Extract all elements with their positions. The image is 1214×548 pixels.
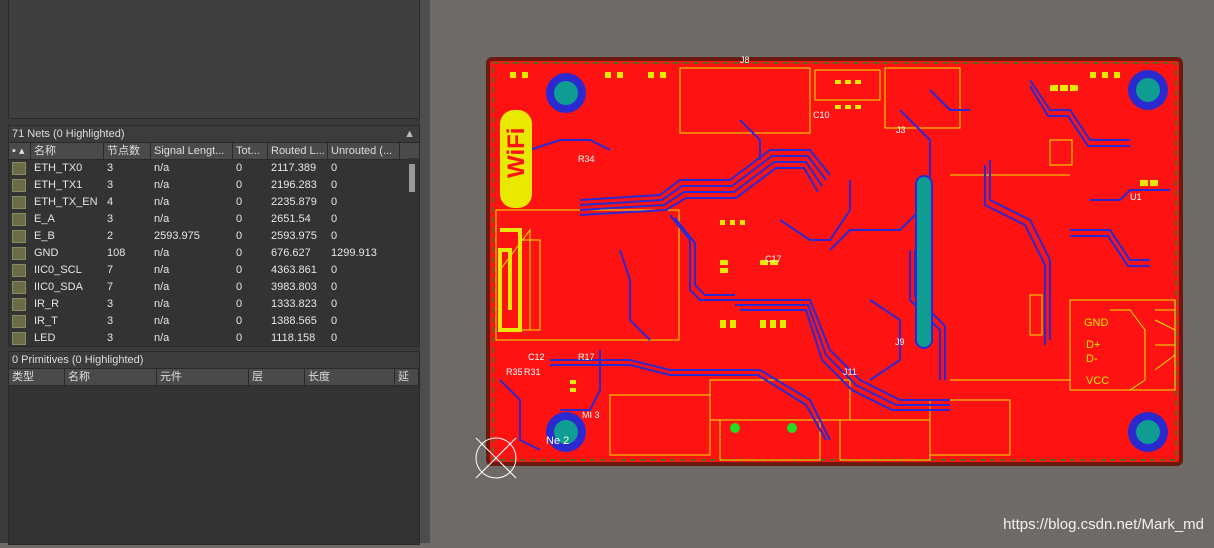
label-c12: C12 <box>528 352 545 362</box>
scrollbar-thumb[interactable] <box>409 164 415 192</box>
board-slot <box>915 175 933 349</box>
net-color-swatch[interactable] <box>9 228 31 245</box>
net-color-swatch[interactable] <box>9 211 31 228</box>
table-row[interactable]: IR_R 3 n/a 0 1333.823 0 <box>9 296 419 313</box>
label-r34: R34 <box>578 154 595 164</box>
label-m13: MI 3 <box>582 410 600 420</box>
col-unrouted[interactable]: Unrouted (... <box>328 143 400 159</box>
primitives-panel: 0 Primitives (0 Highlighted) 类型 名称 元件 层 … <box>8 351 420 545</box>
col-delay[interactable]: 延 <box>395 369 419 385</box>
label-r35: R35 <box>506 367 523 377</box>
label-j8: J8 <box>740 55 750 65</box>
net-color-swatch[interactable] <box>9 194 31 211</box>
table-row[interactable]: IIC0_SCL 7 n/a 0 4363.861 0 <box>9 262 419 279</box>
watermark: https://blog.csdn.net/Mark_md <box>1003 516 1204 533</box>
test-pad-1 <box>730 423 740 433</box>
pcb-canvas[interactable]: WiFi GND D+ D- VCC J3 J8 J9 J11 U1 C10 C… <box>430 0 1214 543</box>
label-r31: R31 <box>524 367 541 377</box>
net-color-swatch[interactable] <box>9 245 31 262</box>
table-row[interactable]: ETH_TX1 3 n/a 0 2196.283 0 <box>9 177 419 194</box>
table-row[interactable]: LED 3 n/a 0 1118.158 0 <box>9 330 419 347</box>
primitives-panel-title: 0 Primitives (0 Highlighted) <box>9 352 419 369</box>
net-color-swatch[interactable] <box>9 279 31 296</box>
label-r17: R17 <box>578 352 595 362</box>
left-panel: 71 Nets (0 Highlighted) ▲ ▪ ▴ 名称 节点数 Sig… <box>0 0 420 545</box>
net-color-swatch[interactable] <box>9 330 31 347</box>
sort-icon[interactable]: ▪ ▴ <box>9 143 31 159</box>
nets-table-header: ▪ ▴ 名称 节点数 Signal Lengt... Tot... Routed… <box>9 143 419 160</box>
table-row[interactable]: ETH_TX_EN 4 n/a 0 2235.879 0 <box>9 194 419 211</box>
wifi-logo-text: WiFi <box>503 128 530 178</box>
table-row[interactable]: E_B 2 2593.975 0 2593.975 0 <box>9 228 419 245</box>
nets-panel-header: 71 Nets (0 Highlighted) ▲ <box>9 126 419 143</box>
wifi-logo: WiFi <box>500 110 532 208</box>
col-nodes[interactable]: 节点数 <box>104 143 151 159</box>
label-c17: C17 <box>765 254 782 264</box>
col-total[interactable]: Tot... <box>233 143 268 159</box>
col-component[interactable]: 元件 <box>157 369 249 385</box>
label-dplus: D+ <box>1086 339 1100 351</box>
net-color-swatch[interactable] <box>9 313 31 330</box>
nets-panel-title: 71 Nets (0 Highlighted) <box>12 128 125 140</box>
table-row[interactable]: ETH_TX0 3 n/a 0 2117.389 0 <box>9 160 419 177</box>
label-no2: Ne 2 <box>546 435 569 447</box>
col-layer[interactable]: 层 <box>249 369 305 385</box>
label-gnd: GND <box>1084 317 1109 329</box>
label-j11: J11 <box>843 367 857 377</box>
label-dminus: D- <box>1086 353 1098 365</box>
nets-panel: 71 Nets (0 Highlighted) ▲ ▪ ▴ 名称 节点数 Sig… <box>8 125 420 347</box>
net-color-swatch[interactable] <box>9 296 31 313</box>
net-color-swatch[interactable] <box>9 177 31 194</box>
net-color-swatch[interactable] <box>9 262 31 279</box>
col-routed-length[interactable]: Routed L... <box>268 143 328 159</box>
table-row[interactable]: E_A 3 n/a 0 2651.54 0 <box>9 211 419 228</box>
table-row[interactable]: IIC0_SDA 7 n/a 0 3983.803 0 <box>9 279 419 296</box>
label-c10: C10 <box>813 110 830 120</box>
collapse-icon[interactable]: ▲ <box>404 126 415 142</box>
label-vcc: VCC <box>1086 375 1109 387</box>
nets-table-body: ETH_TX0 3 n/a 0 2117.389 0 ETH_TX1 3 n/a 0 2196.2… <box>9 160 419 347</box>
pcb-board-svg: WiFi GND D+ D- VCC J3 J8 J9 J11 U1 C10 C… <box>475 55 1183 479</box>
col-name[interactable]: 名称 <box>31 143 104 159</box>
col-prim-name[interactable]: 名称 <box>65 369 157 385</box>
empty-panel <box>8 0 420 119</box>
test-pad-2 <box>787 423 797 433</box>
table-row[interactable]: IR_T 3 n/a 0 1388.565 0 <box>9 313 419 330</box>
label-u1: U1 <box>1130 192 1142 202</box>
panel-divider[interactable] <box>420 0 430 543</box>
net-color-swatch[interactable] <box>9 160 31 177</box>
primitives-table-header: 类型 名称 元件 层 长度 延 <box>9 369 419 386</box>
col-type[interactable]: 类型 <box>9 369 65 385</box>
label-j3: J3 <box>896 125 906 135</box>
table-row[interactable]: GND 108 n/a 0 676.627 1299.913 <box>9 245 419 262</box>
nets-scrollbar[interactable] <box>407 158 417 344</box>
label-j9: J9 <box>895 337 905 347</box>
col-length[interactable]: 长度 <box>305 369 395 385</box>
col-signal-length[interactable]: Signal Lengt... <box>151 143 233 159</box>
